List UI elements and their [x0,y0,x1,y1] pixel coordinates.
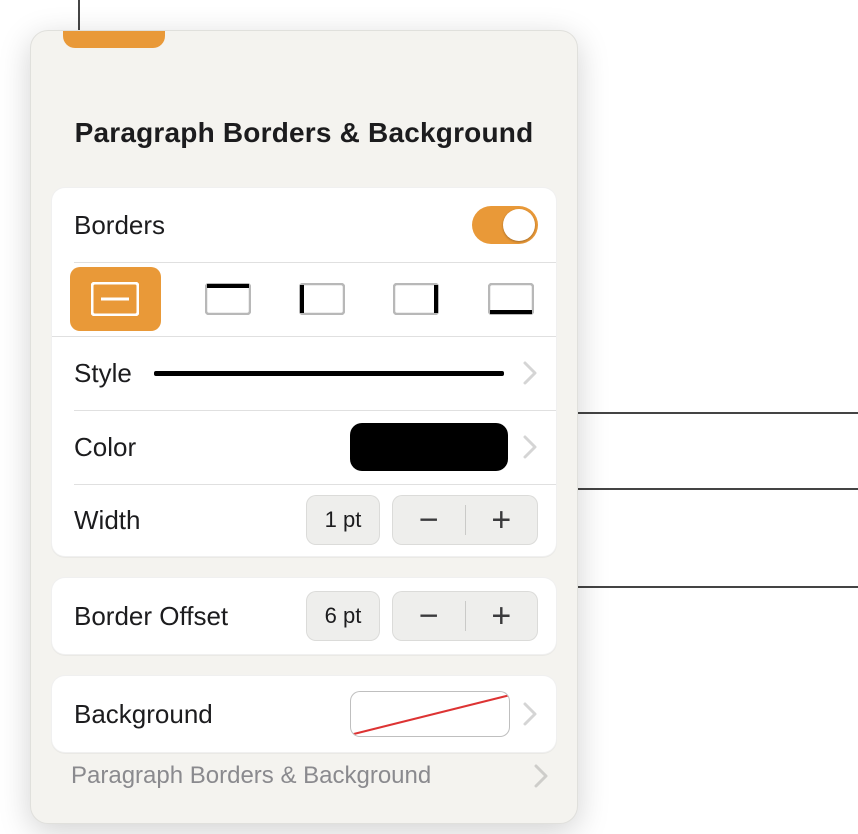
offset-decrement-button[interactable]: − [393,599,465,633]
menu-item-label: Paragraph Borders & Background [71,762,431,790]
popover-paragraph-borders: Paragraph Borders & Background Borders [30,30,578,824]
border-position-bottom[interactable] [484,276,538,322]
border-position-outline[interactable] [70,267,161,331]
background-row[interactable]: Background [52,676,556,752]
border-position-segmented [52,262,556,336]
border-position-top[interactable] [201,276,255,322]
offset-value[interactable]: 6 pt [306,591,380,641]
popover-title: Paragraph Borders & Background [31,117,577,149]
background-swatch-none[interactable] [350,691,510,737]
borders-toggle-row: Borders [52,188,556,262]
style-preview-solid [154,371,504,376]
width-decrement-button[interactable]: − [393,503,465,537]
chevron-right-icon [522,360,538,386]
minus-icon: − [419,599,439,633]
width-increment-button[interactable]: + [466,503,538,537]
borders-card: Borders [51,187,557,557]
color-row[interactable]: Color [52,410,556,484]
menu-item-paragraph-borders[interactable]: Paragraph Borders & Background [51,749,557,803]
chevron-right-icon [522,701,538,727]
width-row: Width 1 pt − + [52,484,556,556]
border-position-left[interactable] [295,276,349,322]
callout-line-color [558,412,858,414]
offset-card: Border Offset 6 pt − + [51,577,557,655]
callout-line-offset [564,586,858,588]
plus-icon: + [491,503,511,537]
chevron-right-icon [522,434,538,460]
plus-icon: + [491,599,511,633]
width-label: Width [74,505,140,536]
offset-row: Border Offset 6 pt − + [52,578,556,654]
background-label: Background [74,699,213,730]
borders-toggle[interactable] [472,206,538,244]
offset-label: Border Offset [74,601,228,632]
background-card: Background [51,675,557,753]
width-value[interactable]: 1 pt [306,495,380,545]
style-row[interactable]: Style [52,336,556,410]
width-stepper: − + [392,495,538,545]
color-label: Color [74,432,136,463]
callout-line-width [564,488,858,490]
offset-increment-button[interactable]: + [466,599,538,633]
border-position-right[interactable] [389,276,443,322]
minus-icon: − [419,503,439,537]
offset-stepper: − + [392,591,538,641]
color-swatch[interactable] [350,423,508,471]
chevron-right-icon [533,763,549,789]
style-label: Style [74,358,132,389]
borders-section-label: Borders [74,210,165,241]
popover-tab-indicator [63,31,165,48]
